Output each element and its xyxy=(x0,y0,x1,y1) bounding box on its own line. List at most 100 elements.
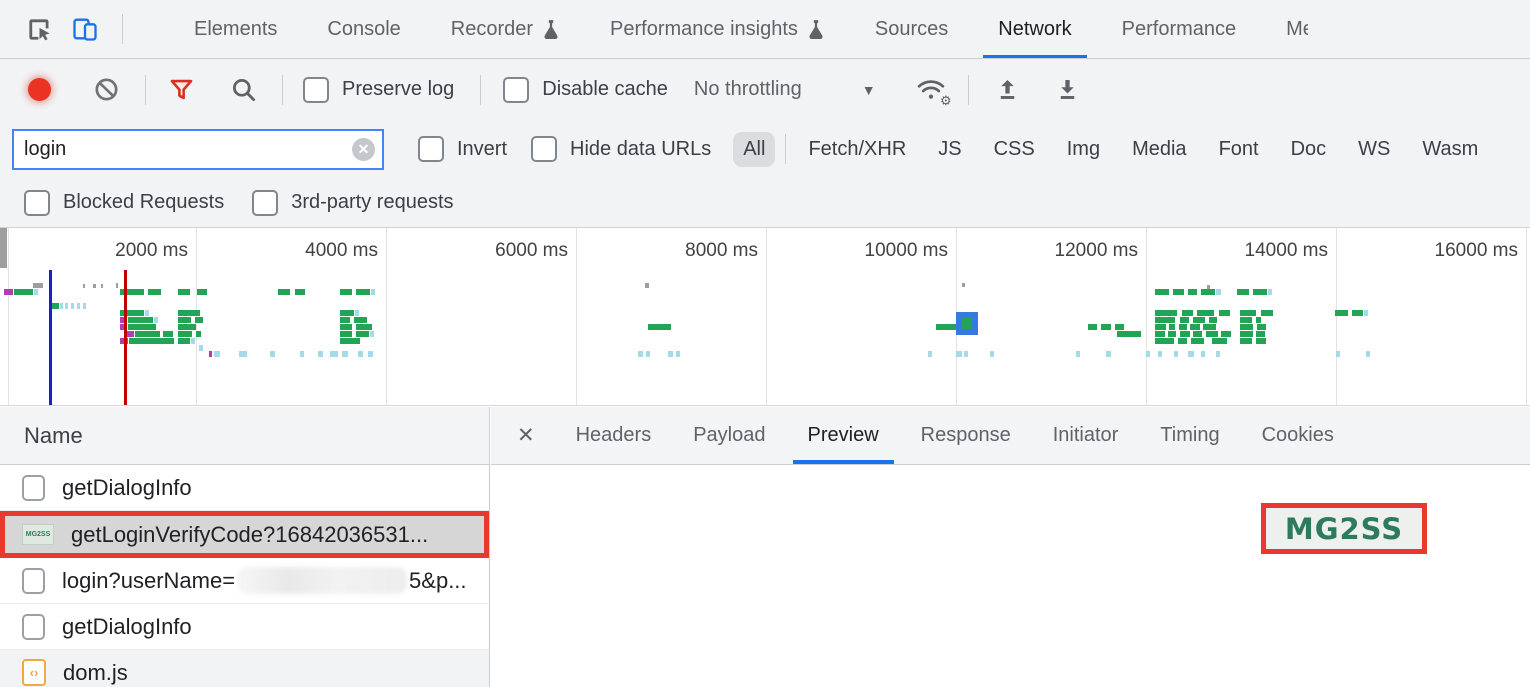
filter-type-wasm[interactable]: Wasm xyxy=(1412,132,1488,167)
overview-scrollbar-thumb[interactable] xyxy=(0,228,7,268)
clear-filter-icon[interactable]: ✕ xyxy=(352,138,375,161)
import-har-icon[interactable] xyxy=(991,73,1025,107)
waterfall-bar xyxy=(370,331,374,337)
waterfall-bar xyxy=(1335,310,1348,316)
close-panel-icon[interactable]: ✕ xyxy=(491,407,555,464)
waterfall-bar xyxy=(83,303,86,309)
record-button[interactable] xyxy=(28,78,51,101)
waterfall-bar xyxy=(356,324,372,330)
waterfall-bar xyxy=(1201,289,1215,295)
preserve-log-checkbox[interactable] xyxy=(303,77,329,103)
tab-label: Console xyxy=(327,18,400,41)
filter-input-wrap: ✕ xyxy=(12,129,384,170)
tab-elements[interactable]: Elements xyxy=(169,0,302,58)
request-row[interactable]: ‹› dom.js xyxy=(0,650,489,687)
filter-type-all[interactable]: All xyxy=(733,132,775,167)
network-conditions-icon[interactable]: ⚙ xyxy=(914,73,948,107)
tab-console[interactable]: Console xyxy=(302,0,425,58)
filter-type-ws[interactable]: WS xyxy=(1348,132,1400,167)
name-column-header[interactable]: Name xyxy=(0,407,489,465)
filter-icon[interactable] xyxy=(164,73,198,107)
filter-input[interactable] xyxy=(12,129,384,170)
request-list-panel: Name getDialogInfo MG2SS getLoginVerifyC… xyxy=(0,407,490,687)
waterfall-bar xyxy=(1216,351,1220,357)
toolbar-divider xyxy=(145,75,146,105)
request-name: getDialogInfo xyxy=(62,475,192,501)
tab-memory-clipped[interactable]: Memory xyxy=(1261,0,1308,58)
waterfall-bar xyxy=(154,317,158,323)
tab-timing[interactable]: Timing xyxy=(1139,407,1240,464)
waterfall-bar xyxy=(1364,310,1368,316)
device-toolbar-icon[interactable] xyxy=(68,12,102,46)
waterfall-bar xyxy=(145,310,149,316)
blocked-requests-checkbox[interactable] xyxy=(24,190,50,216)
request-row[interactable]: getDialogInfo xyxy=(0,465,489,511)
throttling-select[interactable]: No throttling xyxy=(694,78,802,101)
time-label: 6000 ms xyxy=(458,240,568,262)
tab-network[interactable]: Network xyxy=(973,0,1096,58)
export-har-icon[interactable] xyxy=(1051,73,1085,107)
filter-type-fetch-xhr[interactable]: Fetch/XHR xyxy=(798,132,916,167)
filter-type-img[interactable]: Img xyxy=(1057,132,1110,167)
waterfall-bar xyxy=(1146,351,1150,357)
tabbar-divider xyxy=(122,14,123,44)
request-row[interactable]: login?userName=5&p... xyxy=(0,558,489,604)
waterfall-bar xyxy=(668,351,673,357)
waterfall-bar xyxy=(356,289,370,295)
tab-preview[interactable]: Preview xyxy=(787,407,900,464)
filter-type-doc[interactable]: Doc xyxy=(1281,132,1337,167)
third-party-requests-checkbox[interactable] xyxy=(252,190,278,216)
waterfall-bar xyxy=(178,289,190,295)
waterfall-bar xyxy=(1173,289,1184,295)
waterfall-bar xyxy=(1336,351,1340,357)
tab-initiator[interactable]: Initiator xyxy=(1032,407,1140,464)
waterfall-bar xyxy=(83,284,85,288)
tab-label: Recorder xyxy=(451,18,533,41)
filter-type-media[interactable]: Media xyxy=(1122,132,1196,167)
tab-cookies[interactable]: Cookies xyxy=(1241,407,1355,464)
waterfall-bar xyxy=(178,324,196,330)
network-filter-bar: ✕ Invert Hide data URLs All Fetch/XHR JS… xyxy=(0,120,1530,178)
waterfall-bar xyxy=(1188,351,1194,357)
waterfall-bar xyxy=(1256,331,1265,337)
filter-type-css[interactable]: CSS xyxy=(984,132,1045,167)
waterfall-bar xyxy=(195,317,203,323)
flask-icon xyxy=(542,19,560,39)
request-row-selected[interactable]: MG2SS getLoginVerifyCode?16842036531... xyxy=(0,511,489,558)
waterfall-bar xyxy=(1182,310,1193,316)
waterfall-bar xyxy=(1201,351,1205,357)
waterfall-bar xyxy=(1155,289,1169,295)
tab-performance[interactable]: Performance xyxy=(1097,0,1262,58)
hide-data-urls-checkbox[interactable] xyxy=(531,136,557,162)
invert-checkbox[interactable] xyxy=(418,136,444,162)
waterfall-bar xyxy=(1155,310,1177,316)
waterfall-bar xyxy=(4,289,13,295)
search-icon[interactable] xyxy=(226,73,260,107)
request-row[interactable]: getDialogInfo xyxy=(0,604,489,650)
waterfall-bar xyxy=(1076,351,1080,357)
waterfall-bar xyxy=(300,351,304,357)
throttling-caret-icon[interactable]: ▼ xyxy=(862,82,876,98)
tab-response[interactable]: Response xyxy=(900,407,1032,464)
tab-label: Memory xyxy=(1286,18,1308,41)
network-overview-waterfall[interactable]: 2000 ms4000 ms6000 ms8000 ms10000 ms1200… xyxy=(0,228,1530,406)
waterfall-bar xyxy=(1240,338,1252,344)
waterfall-bar xyxy=(1256,317,1261,323)
tab-performance-insights[interactable]: Performance insights xyxy=(585,0,850,58)
tab-sources[interactable]: Sources xyxy=(850,0,973,58)
waterfall-bar xyxy=(648,324,671,330)
tab-payload[interactable]: Payload xyxy=(672,407,786,464)
waterfall-bar xyxy=(178,317,191,323)
waterfall-bar xyxy=(1240,331,1253,337)
disable-cache-checkbox[interactable] xyxy=(503,77,529,103)
filter-type-font[interactable]: Font xyxy=(1209,132,1269,167)
tab-recorder[interactable]: Recorder xyxy=(426,0,585,58)
time-label: 8000 ms xyxy=(648,240,758,262)
clear-requests-icon[interactable] xyxy=(89,73,123,107)
waterfall-bar xyxy=(368,351,373,357)
filter-type-js[interactable]: JS xyxy=(928,132,971,167)
inspect-element-icon[interactable] xyxy=(22,12,56,46)
tabbar-icons xyxy=(0,0,102,58)
waterfall-bar xyxy=(1169,324,1175,330)
tab-headers[interactable]: Headers xyxy=(555,407,673,464)
